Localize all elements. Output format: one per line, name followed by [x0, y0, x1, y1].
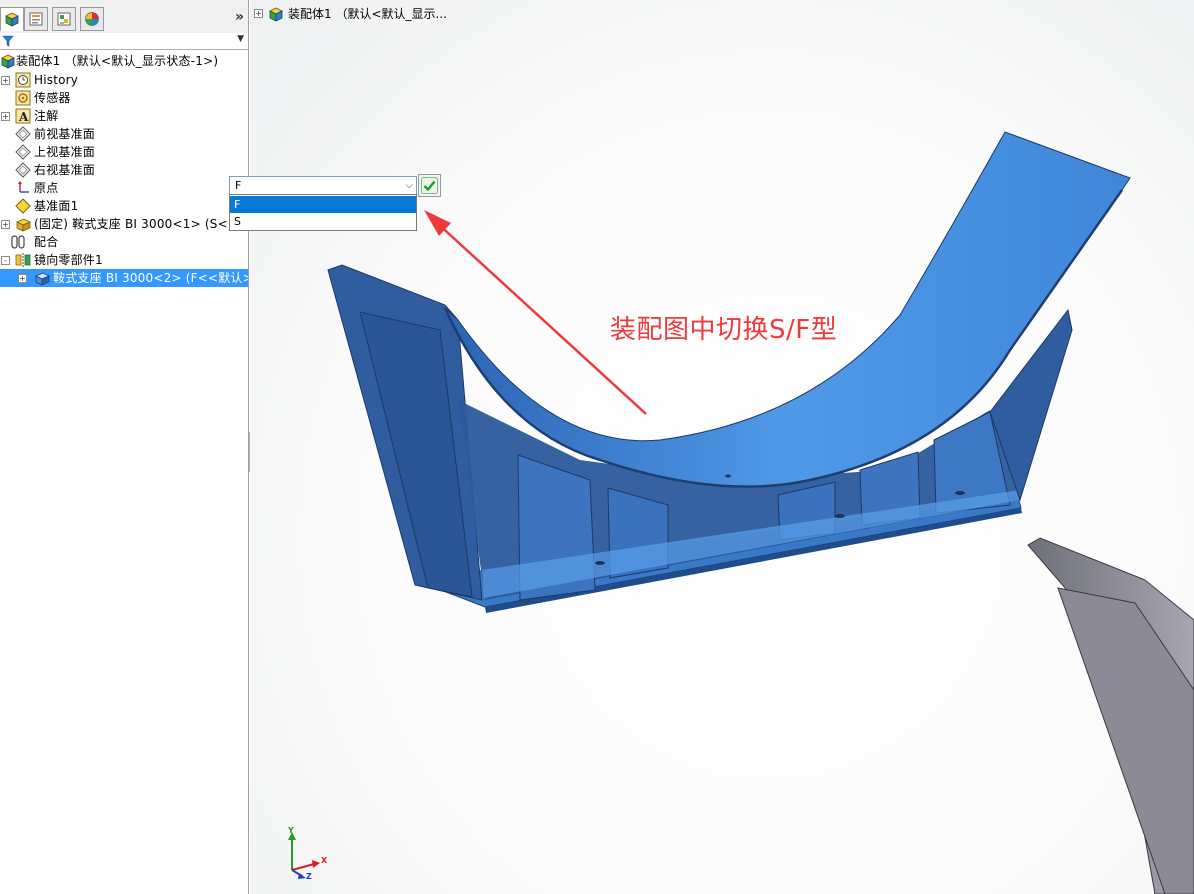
- bolt-hole: [955, 491, 965, 495]
- display-manager-icon: [85, 12, 99, 26]
- tree-item-label: 前视基准面: [34, 127, 96, 141]
- chevron-down-icon[interactable]: ▼: [237, 34, 244, 44]
- tree-item-fixed-saddle[interactable]: + (固定) 鞍式支座 BI 3000<1> (S<<默: [0, 215, 248, 233]
- property-manager-tab[interactable]: [24, 7, 48, 31]
- tree-item-history[interactable]: + History: [0, 71, 248, 89]
- feature-manager-tabs: »: [0, 0, 248, 34]
- svg-text:A: A: [18, 110, 29, 124]
- tree-item-label: History: [34, 73, 79, 87]
- saddle-support-model[interactable]: [250, 0, 1194, 894]
- triad-y-label: Y: [288, 826, 294, 835]
- configuration-select[interactable]: F ⌵: [229, 176, 417, 195]
- tree-item-right-plane[interactable]: 右视基准面: [0, 161, 248, 179]
- tree-item-label: 原点: [34, 181, 59, 195]
- bolt-hole: [595, 561, 605, 565]
- mirror-component-icon: [15, 253, 31, 267]
- configuration-manager-tab[interactable]: [52, 7, 76, 31]
- annotation-icon: A: [15, 108, 31, 124]
- mates-icon: [11, 235, 25, 249]
- view-triad: Y X Z: [278, 826, 328, 885]
- tree-item-sensors[interactable]: 传感器: [0, 89, 248, 107]
- expand-toggle[interactable]: +: [18, 274, 27, 283]
- plane-icon: [15, 198, 31, 214]
- part-icon: [35, 272, 50, 286]
- tree-item-label: 右视基准面: [34, 163, 96, 177]
- configuration-option-s[interactable]: S: [230, 213, 416, 230]
- display-manager-tab[interactable]: [80, 7, 104, 31]
- axis-triad-icon: [288, 832, 320, 879]
- tree-filter-bar[interactable]: ▼: [0, 33, 248, 50]
- triad-z-label: Z: [306, 872, 312, 881]
- feature-manager-panel: » ▼ 装配体1 （默认<默认_显示状态-1>) + History 传感器 +…: [0, 0, 249, 894]
- part-icon: [16, 218, 31, 232]
- tree-item-assembly-root[interactable]: 装配体1 （默认<默认_显示状态-1>): [0, 52, 248, 70]
- configuration-manager-icon: [57, 12, 71, 26]
- configuration-option-f[interactable]: F: [230, 196, 416, 213]
- tree-item-front-plane[interactable]: 前视基准面: [0, 125, 248, 143]
- feature-tree-icon: [5, 12, 19, 27]
- assembly-icon: [1, 54, 15, 69]
- configuration-options-list[interactable]: F S: [229, 194, 417, 231]
- chevron-down-icon[interactable]: ⌵: [405, 177, 413, 194]
- expand-toggle[interactable]: +: [1, 76, 10, 85]
- expand-toggle[interactable]: +: [1, 112, 10, 121]
- feature-manager-tab[interactable]: [0, 7, 24, 31]
- configuration-select-value: F: [235, 179, 242, 192]
- tree-item-mirrored-saddle[interactable]: + 鞍式支座 BI 3000<2> (F<<默认>_显: [0, 269, 248, 287]
- bolt-hole: [835, 514, 845, 518]
- tree-item-label: 装配体1 （默认<默认_显示状态-1>): [16, 54, 219, 68]
- tree-item-label: 注解: [34, 109, 59, 123]
- property-manager-icon: [29, 12, 43, 26]
- tree-item-label: 配合: [34, 235, 59, 249]
- origin-icon: [18, 181, 29, 193]
- tree-item-annotations[interactable]: + A 注解: [0, 107, 248, 125]
- expand-toggle[interactable]: +: [1, 220, 10, 229]
- plane-icon: [15, 162, 31, 178]
- plane-icon: [15, 126, 31, 142]
- tree-item-top-plane[interactable]: 上视基准面: [0, 143, 248, 161]
- tree-item-label: 镜向零部件1: [34, 253, 103, 267]
- tree-item-label: 传感器: [34, 91, 71, 105]
- graphics-viewport[interactable]: + 装配体1 （默认<默认_显示... 装配图中切换S/F型 Y X Z: [250, 0, 1194, 894]
- bolt-hole: [725, 474, 731, 478]
- confirm-configuration-button[interactable]: [418, 174, 441, 197]
- plane-icon: [15, 144, 31, 160]
- callout-annotation: 装配图中切换S/F型: [610, 315, 838, 345]
- tree-item-mirror-component[interactable]: - 镜向零部件1: [0, 251, 248, 269]
- tree-item-label: 基准面1: [34, 199, 79, 213]
- history-icon: [15, 72, 31, 88]
- more-tabs-button[interactable]: »: [235, 9, 244, 25]
- tree-item-label: 上视基准面: [34, 145, 96, 159]
- triad-x-label: X: [321, 856, 328, 865]
- tree-item-label: (固定) 鞍式支座 BI 3000<1> (S<<默: [34, 217, 248, 231]
- collapse-toggle[interactable]: -: [1, 256, 10, 265]
- checkmark-icon: [421, 177, 438, 194]
- filter-icon[interactable]: [2, 35, 14, 47]
- tree-item-plane1[interactable]: 基准面1: [0, 197, 248, 215]
- tree-item-origin[interactable]: 原点: [0, 179, 248, 197]
- tree-item-label: 鞍式支座 BI 3000<2> (F<<默认>_显: [53, 271, 248, 285]
- tree-item-mates[interactable]: 配合: [0, 233, 248, 251]
- sensor-icon: [15, 90, 31, 106]
